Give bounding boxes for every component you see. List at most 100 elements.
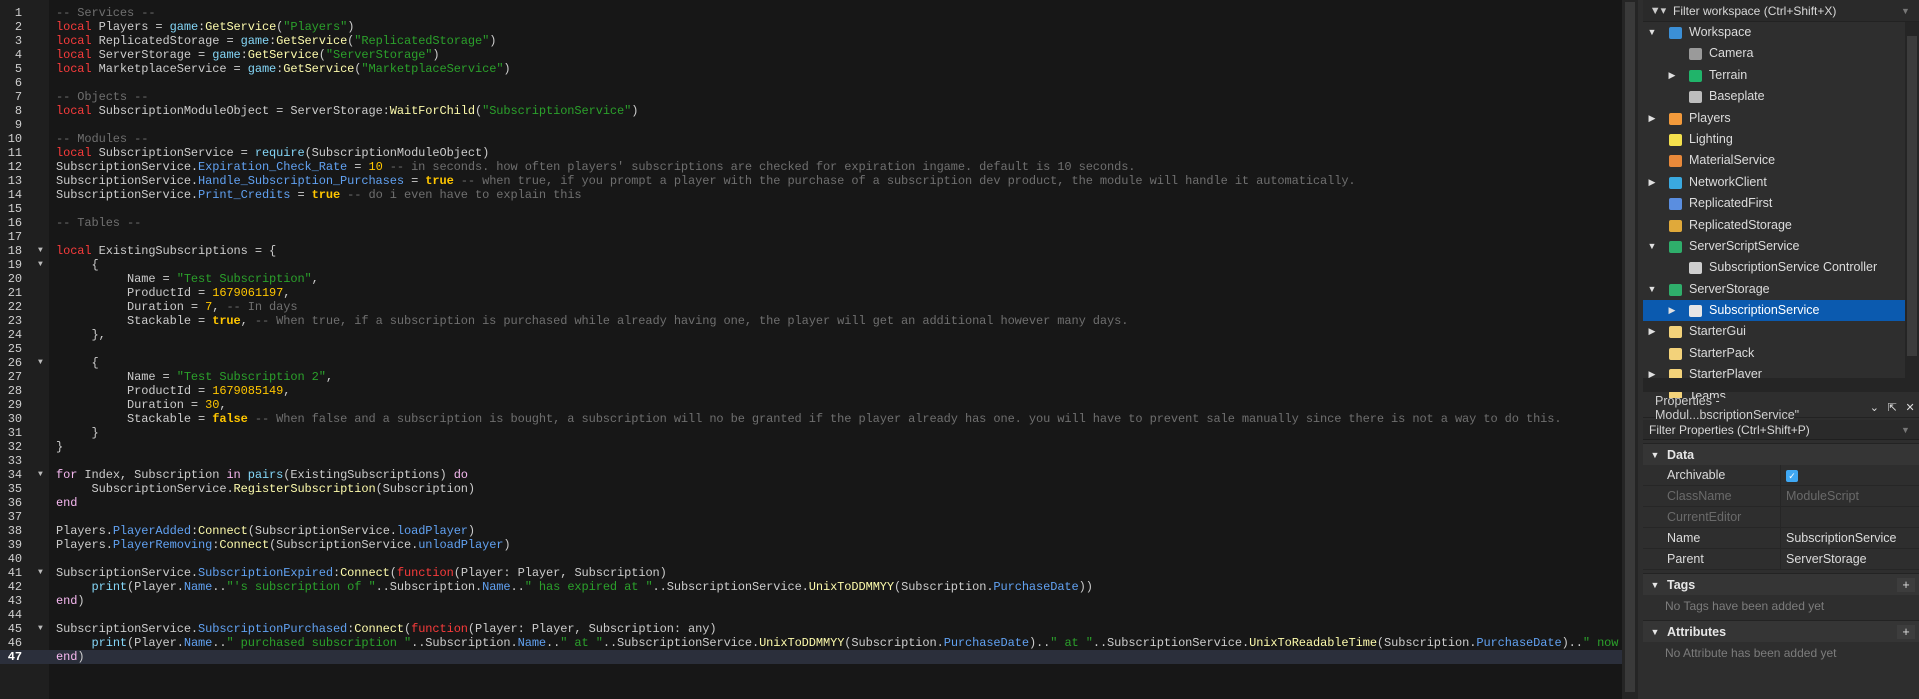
scrollbar-thumb[interactable]	[1625, 2, 1635, 692]
code-line[interactable]: 31 }	[0, 426, 1622, 440]
property-row-name[interactable]: Name SubscriptionService	[1643, 528, 1919, 549]
collapsed-arrow-icon[interactable]: ▶	[1646, 172, 1658, 193]
code-line[interactable]: 22 Duration = 7, -- In days	[0, 300, 1622, 314]
explorer-item-players[interactable]: ▶ Players	[1643, 108, 1905, 129]
code-line[interactable]: 26 ▼ {	[0, 356, 1622, 370]
code-line[interactable]: 11 local SubscriptionService = require(Su…	[0, 146, 1622, 160]
code-line[interactable]: 25	[0, 342, 1622, 356]
code-line[interactable]: 13 SubscriptionService.Handle_Subscriptio…	[0, 174, 1622, 188]
code-line[interactable]: 44	[0, 608, 1622, 622]
add-attribute-button[interactable]: +	[1897, 624, 1915, 639]
code-line[interactable]: 19 ▼ {	[0, 258, 1622, 272]
code-line[interactable]: 38 Players.PlayerAdded:Connect(Subscripti…	[0, 524, 1622, 538]
code-line[interactable]: 4 local ServerStorage = game:GetService("…	[0, 48, 1622, 62]
explorer-item-subscriptionservice[interactable]: ▶ SubscriptionService	[1643, 300, 1905, 322]
collapse-arrow-icon[interactable]: ▼	[1643, 450, 1667, 460]
fold-arrow-icon[interactable]: ▼	[38, 468, 43, 482]
code-line[interactable]: 34 ▼ for Index, Subscription in pairs(Exis…	[0, 468, 1622, 482]
explorer-item-starterpack[interactable]: StarterPack	[1643, 343, 1905, 364]
code-line[interactable]: 24 },	[0, 328, 1622, 342]
code-line[interactable]: 12 SubscriptionService.Expiration_Check_R…	[0, 160, 1622, 174]
code-line[interactable]: 27 Name = "Test Subscription 2",	[0, 370, 1622, 384]
code-line[interactable]: 9	[0, 118, 1622, 132]
explorer-item-networkclient[interactable]: ▶ NetworkClient	[1643, 172, 1905, 193]
code-line[interactable]: 41 ▼ SubscriptionService.SubscriptionExpir…	[0, 566, 1622, 580]
code-line[interactable]: 5 local MarketplaceService = game:GetServ…	[0, 62, 1622, 76]
collapsed-arrow-icon[interactable]: ▶	[1646, 108, 1658, 129]
code-line[interactable]: 6	[0, 76, 1622, 90]
code-line[interactable]: 37	[0, 510, 1622, 524]
code-line[interactable]: 21 ProductId = 1679061197,	[0, 286, 1622, 300]
explorer-item-lighting[interactable]: Lighting	[1643, 129, 1905, 150]
property-value[interactable]: ✓	[1781, 465, 1798, 485]
chevron-down-icon[interactable]: ⌄	[1865, 401, 1883, 414]
explorer-horizontal-scrollbar[interactable]	[1643, 378, 1919, 392]
filter-icon[interactable]: ▼▾	[1643, 4, 1673, 17]
code-line[interactable]: 33	[0, 454, 1622, 468]
scrollbar-thumb[interactable]	[1907, 36, 1917, 356]
code-line[interactable]: 18 ▼ local ExistingSubscriptions = {	[0, 244, 1622, 258]
add-tag-button[interactable]: +	[1897, 577, 1915, 592]
script-editor[interactable]: 1 -- Services -- 2 local Players = game:Get…	[0, 0, 1622, 699]
code-line[interactable]: 3 local ReplicatedStorage = game:GetServi…	[0, 34, 1622, 48]
code-line[interactable]: 30 Stackable = false -- When false and a…	[0, 412, 1622, 426]
collapse-arrow-icon[interactable]: ▼	[1643, 580, 1667, 590]
property-value[interactable]: ServerStorage	[1781, 549, 1867, 569]
property-value[interactable]: SubscriptionService	[1781, 528, 1896, 548]
code-line[interactable]: 17	[0, 230, 1622, 244]
collapsed-arrow-icon[interactable]: ▶	[1666, 65, 1678, 86]
code-line[interactable]: 35 SubscriptionService.RegisterSubscript…	[0, 482, 1622, 496]
code-line[interactable]: 2 local Players = game:GetService("Player…	[0, 20, 1622, 34]
fold-arrow-icon[interactable]: ▼	[38, 258, 43, 272]
explorer-filter-input[interactable]: ▼▾ Filter workspace (Ctrl+Shift+X) ▼	[1643, 0, 1919, 22]
collapsed-arrow-icon[interactable]: ▶	[1646, 321, 1658, 342]
code-line[interactable]: 16 -- Tables --	[0, 216, 1622, 230]
code-area[interactable]: 1 -- Services -- 2 local Players = game:Get…	[0, 6, 1622, 664]
editor-scrollbar[interactable]	[1622, 0, 1638, 699]
code-line[interactable]: 36 end	[0, 496, 1622, 510]
section-data[interactable]: ▼ Data	[1643, 443, 1919, 465]
explorer-item-serverstorage[interactable]: ▼ ServerStorage	[1643, 279, 1905, 300]
section-attributes[interactable]: ▼ Attributes +	[1643, 620, 1919, 642]
code-line[interactable]: 23 Stackable = true, -- When true, if a …	[0, 314, 1622, 328]
fold-arrow-icon[interactable]: ▼	[38, 356, 43, 370]
code-line[interactable]: 39 Players.PlayerRemoving:Connect(Subscri…	[0, 538, 1622, 552]
explorer-scrollbar[interactable]	[1905, 22, 1919, 378]
explorer-item-startergui[interactable]: ▶ StarterGui	[1643, 321, 1905, 342]
code-line[interactable]: 1 -- Services --	[0, 6, 1622, 20]
expanded-arrow-icon[interactable]: ▼	[1646, 236, 1658, 257]
code-line[interactable]: 47 end)	[0, 650, 1622, 664]
close-icon[interactable]: ✕	[1901, 401, 1919, 414]
expanded-arrow-icon[interactable]: ▼	[1646, 279, 1658, 300]
section-tags[interactable]: ▼ Tags +	[1643, 573, 1919, 595]
code-line[interactable]: 14 SubscriptionService.Print_Credits = tr…	[0, 188, 1622, 202]
code-line[interactable]: 42 print(Player.Name.."'s subscription o…	[0, 580, 1622, 594]
explorer-item-camera[interactable]: Camera	[1643, 43, 1905, 64]
explorer-item-workspace[interactable]: ▼ Workspace	[1643, 22, 1905, 43]
collapsed-arrow-icon[interactable]: ▶	[1666, 300, 1678, 321]
fold-arrow-icon[interactable]: ▼	[38, 566, 43, 580]
code-line[interactable]: 40	[0, 552, 1622, 566]
explorer-item-subscriptionservice-controller[interactable]: SubscriptionService Controller	[1643, 257, 1905, 278]
code-line[interactable]: 29 Duration = 30,	[0, 398, 1622, 412]
code-line[interactable]: 28 ProductId = 1679085149,	[0, 384, 1622, 398]
code-line[interactable]: 15	[0, 202, 1622, 216]
explorer-item-materialservice[interactable]: MaterialService	[1643, 150, 1905, 171]
explorer-item-replicatedfirst[interactable]: ReplicatedFirst	[1643, 193, 1905, 214]
explorer-item-terrain[interactable]: ▶ Terrain	[1643, 65, 1905, 86]
code-line[interactable]: 8 local SubscriptionModuleObject = Server…	[0, 104, 1622, 118]
code-line[interactable]: 7 -- Objects --	[0, 90, 1622, 104]
explorer-item-baseplate[interactable]: Baseplate	[1643, 86, 1905, 107]
fold-arrow-icon[interactable]: ▼	[38, 244, 43, 258]
code-line[interactable]: 20 Name = "Test Subscription",	[0, 272, 1622, 286]
expanded-arrow-icon[interactable]: ▼	[1646, 22, 1658, 43]
collapse-arrow-icon[interactable]: ▼	[1643, 627, 1667, 637]
properties-filter-input[interactable]: Filter Properties (Ctrl+Shift+P) ▼	[1643, 420, 1919, 440]
explorer-item-serverscriptservice[interactable]: ▼ ServerScriptService	[1643, 236, 1905, 257]
code-line[interactable]: 10 -- Modules --	[0, 132, 1622, 146]
fold-arrow-icon[interactable]: ▼	[38, 622, 43, 636]
property-row-archivable[interactable]: Archivable ✓	[1643, 465, 1919, 486]
code-line[interactable]: 46 print(Player.Name.." purchased subscr…	[0, 636, 1622, 650]
code-line[interactable]: 45 ▼ SubscriptionService.SubscriptionPurch…	[0, 622, 1622, 636]
code-line[interactable]: 32}	[0, 440, 1622, 454]
